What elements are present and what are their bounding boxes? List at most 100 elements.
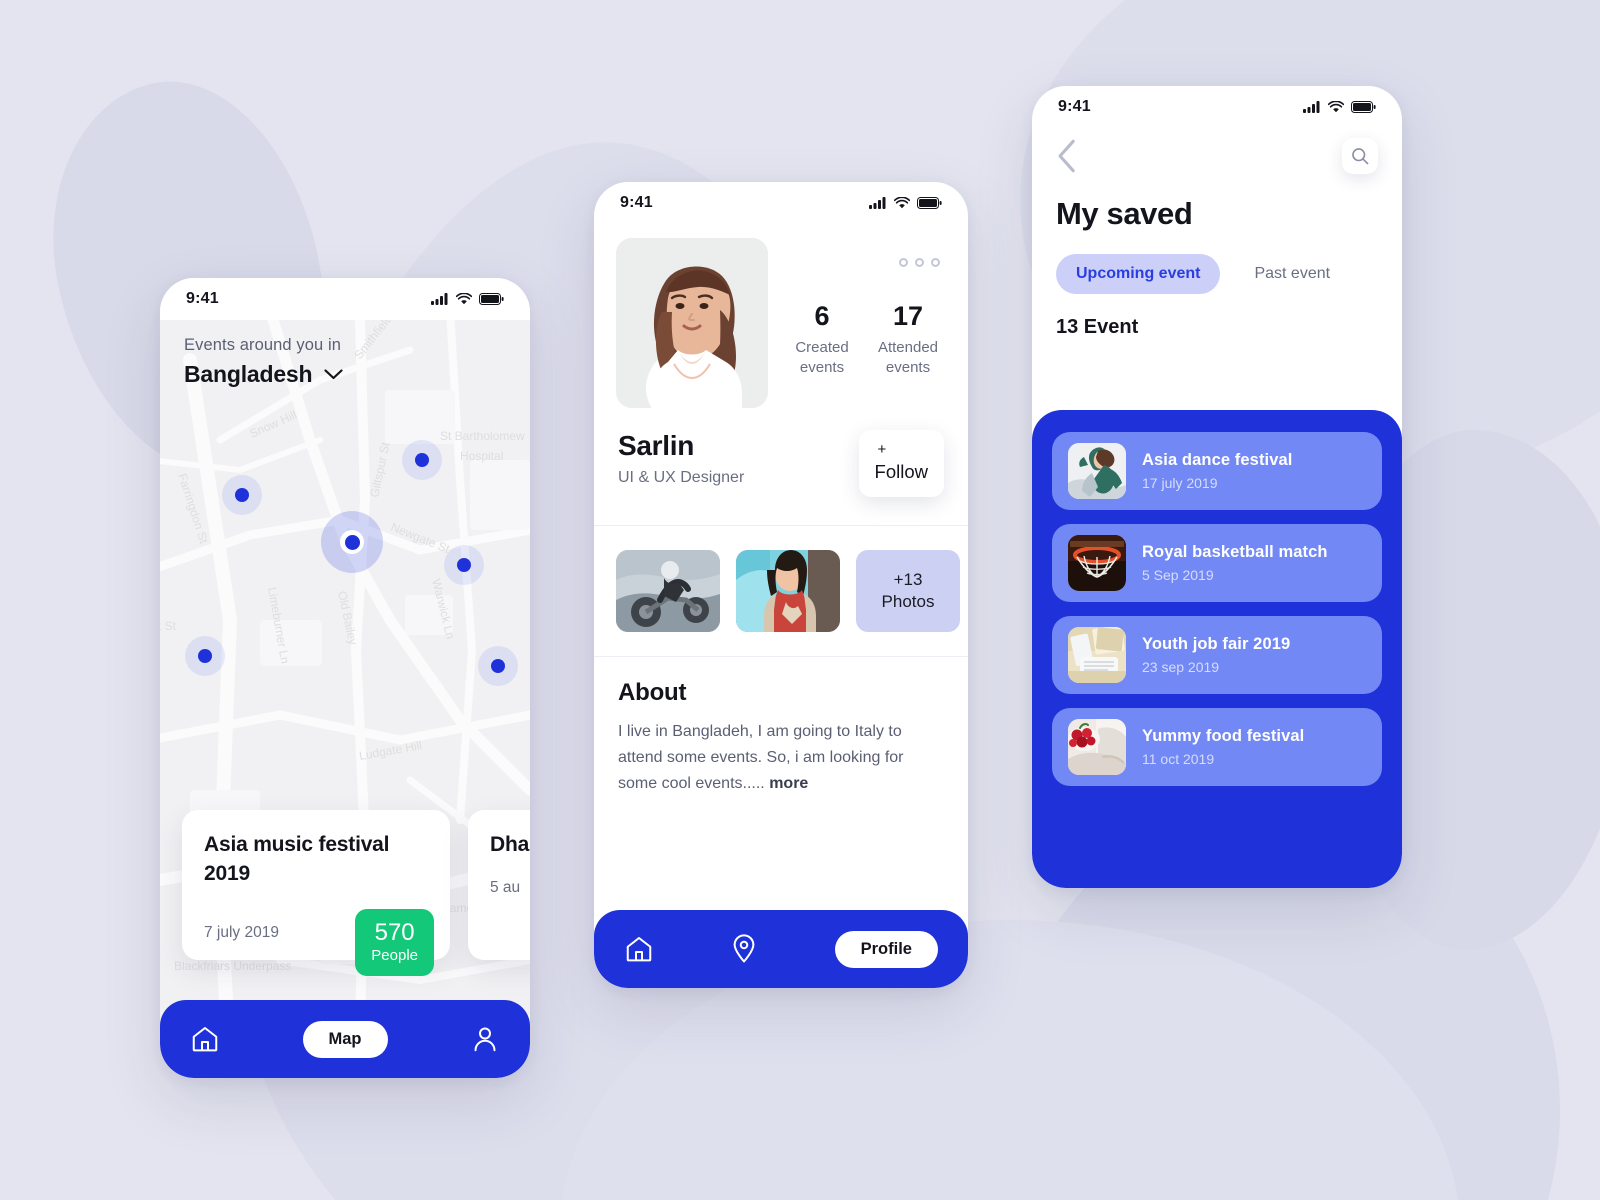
event-title: Asia dance festival [1142,451,1293,469]
search-icon [1352,148,1369,165]
profile-name: Sarlin [618,430,695,461]
street-label: St Bartholomew [440,429,525,443]
profile-role: UI & UX Designer [618,469,745,486]
follow-label: Follow [874,461,928,482]
event-thumbnail [1068,443,1126,499]
profile-header: 6 Created events 17 Attended events [594,224,968,408]
map-header: Events around you in Bangladesh [160,320,530,396]
photo-gallery: +13 Photos [594,526,968,656]
event-title: Yummy food festival [1142,727,1305,745]
more-photos-label: Photos [881,592,935,611]
plus-icon: + [877,441,887,458]
event-date: 5 au [490,879,521,897]
status-bar: 9:41 [1032,86,1402,128]
location-selector[interactable]: Bangladesh [184,361,506,388]
wifi-icon [894,197,910,209]
more-photos-tile[interactable]: +13 Photos [856,550,960,632]
event-title: Royal basketball match [1142,543,1328,561]
event-date: 17 july 2019 [1142,475,1218,491]
chevron-left-icon[interactable] [1056,139,1078,173]
status-time: 9:41 [186,290,219,307]
gallery-photo-motorcycle[interactable] [616,550,720,632]
saved-topbar [1032,128,1402,174]
about-body: I live in Bangladeh, I am going to Italy… [618,723,904,792]
wifi-icon [456,293,472,305]
event-date: 7 july 2019 [204,924,279,941]
event-info: Royal basketball match 5 Sep 2019 [1142,543,1328,583]
event-card[interactable]: Asia music festival 2019 7 july 2019 570… [182,809,450,976]
attendee-badge: 570 People [355,909,434,976]
list-item[interactable]: Yummy food festival 11 oct 2019 [1052,708,1382,786]
map-canvas[interactable]: Farringdon St Snow Hill Smithfield St Gi… [160,320,530,1078]
event-card[interactable]: Dha 201 5 au [468,809,530,960]
gallery-photo-woman-car[interactable] [736,550,840,632]
bottom-navigation: Map [160,1000,530,1078]
page-title: My saved [1056,196,1193,231]
cellular-signal-icon [1303,101,1320,113]
chevron-down-icon [324,369,343,380]
stat-value: 17 [892,301,924,331]
saved-screen: 9:41 My saved Upcoming event Past event … [1032,86,1402,888]
bottom-navigation: Profile [594,910,968,988]
stat-attended-events: 17 Attended events [870,301,946,378]
list-item[interactable]: Royal basketball match 5 Sep 2019 [1052,524,1382,602]
stat-label: Attended events [877,339,939,377]
profile-stats: 6 Created events 17 Attended events [784,301,946,378]
wifi-icon [1328,101,1344,113]
street-label: Blackfriars Underpass [174,959,291,973]
cellular-signal-icon [869,197,886,209]
event-thumbnail [1068,535,1126,591]
status-icons [431,293,504,305]
more-photos-count: +13 [893,569,923,589]
about-heading: About [618,679,687,706]
about-text: I live in Bangladeh, I am going to Italy… [618,719,944,797]
status-bar: 9:41 [160,278,530,320]
follow-button[interactable]: + Follow [858,430,944,497]
status-time: 9:41 [620,194,653,211]
event-info: Asia dance festival 17 july 2019 [1142,451,1292,491]
tab-upcoming-event[interactable]: Upcoming event [1056,254,1221,294]
list-item[interactable]: Youth job fair 2019 23 sep 2019 [1052,616,1382,694]
tab-past-event[interactable]: Past event [1234,254,1350,294]
stat-created-events: 6 Created events [784,301,860,378]
about-more-link[interactable]: more [769,775,808,792]
event-thumbnail [1068,627,1126,683]
status-time: 9:41 [1058,98,1091,115]
event-thumbnail [1068,719,1126,775]
street-label: Hospital [460,449,503,463]
status-icons [1303,101,1376,113]
home-icon[interactable] [624,934,654,964]
attendee-count: 570 [374,919,415,947]
battery-icon [1351,101,1376,113]
person-icon[interactable] [470,1024,500,1054]
location-pin-icon[interactable] [729,934,759,964]
three-dots-icon[interactable] [784,258,940,267]
battery-icon [917,197,942,209]
event-count: 13 Event [1056,316,1139,338]
home-icon[interactable] [190,1024,220,1054]
event-card-carousel[interactable]: Asia music festival 2019 7 july 2019 570… [182,809,530,976]
map-screen: Farringdon St Snow Hill Smithfield St Gi… [160,278,530,1078]
status-icons [869,197,942,209]
street-label: t St [160,619,177,633]
saved-events-list: Asia dance festival 17 july 2019 Royal b… [1032,410,1402,888]
tab-bar: Upcoming event Past event [1032,232,1402,294]
event-date: 5 Sep 2019 [1142,567,1214,583]
battery-icon [479,293,504,305]
event-title: Youth job fair 2019 [1142,635,1291,653]
status-bar: 9:41 [594,182,968,224]
map-subtitle: Events around you in [184,336,342,354]
nav-profile-button[interactable]: Profile [834,930,938,968]
event-date: 23 sep 2019 [1142,659,1220,675]
nav-map-button[interactable]: Map [302,1020,388,1058]
cellular-signal-icon [431,293,448,305]
avatar[interactable] [616,238,768,408]
search-button[interactable] [1342,138,1378,174]
stat-value: 6 [814,301,830,331]
event-info: Yummy food festival 11 oct 2019 [1142,727,1304,767]
event-title: Dha 201 [490,832,530,856]
event-title: Asia music festival 2019 [204,832,390,886]
list-item[interactable]: Asia dance festival 17 july 2019 [1052,432,1382,510]
profile-identity: Sarlin UI & UX Designer + Follow [594,408,968,497]
attendee-label: People [371,947,418,965]
